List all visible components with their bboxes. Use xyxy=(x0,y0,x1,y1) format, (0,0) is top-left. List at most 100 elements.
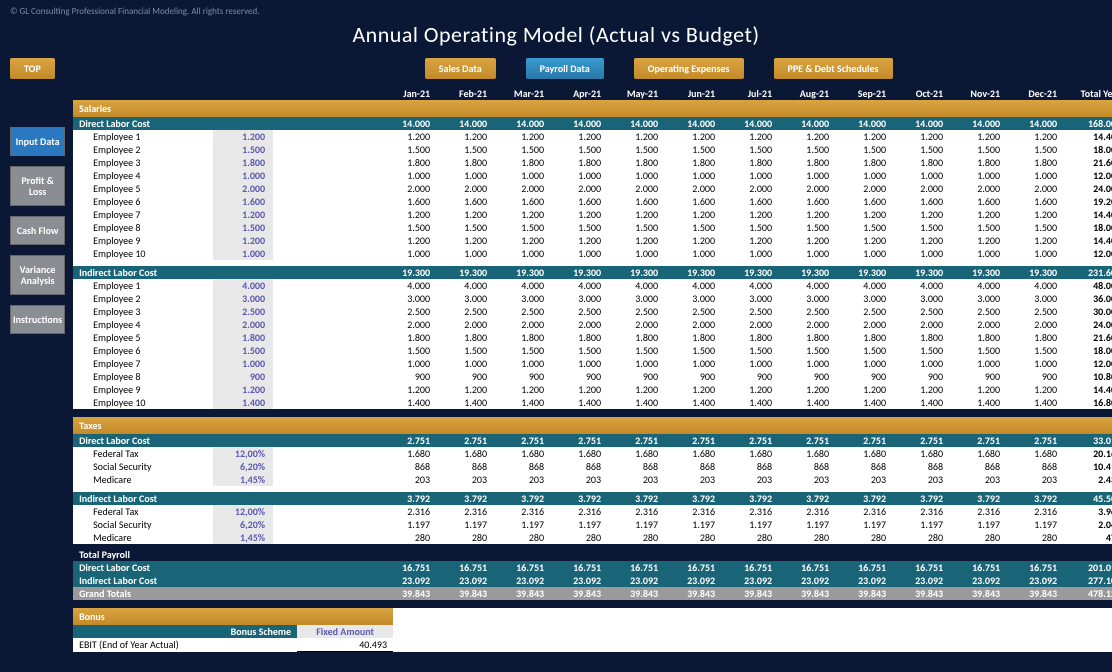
input-value[interactable]: 1.500 xyxy=(213,143,273,156)
input-value[interactable]: 6,20% xyxy=(213,518,273,531)
tab-operating-expenses[interactable]: Operating Expenses xyxy=(634,58,744,79)
input-value[interactable]: 12,00% xyxy=(213,447,273,460)
input-value[interactable]: 1.000 xyxy=(213,169,273,182)
nav-variance-analysis[interactable]: Variance Analysis xyxy=(10,255,65,295)
input-value[interactable]: 1.500 xyxy=(213,221,273,234)
input-value[interactable]: 3.000 xyxy=(213,292,273,305)
month-cell: 1.000 xyxy=(721,357,778,370)
month-cell: 1.800 xyxy=(436,331,493,344)
input-value[interactable]: 900 xyxy=(213,370,273,383)
month-cell: 2.000 xyxy=(721,318,778,331)
input-value[interactable]: 1.600 xyxy=(213,195,273,208)
month-cell: 1.600 xyxy=(607,195,664,208)
month-cell: 2.500 xyxy=(1006,305,1063,318)
month-cell: 1.500 xyxy=(721,344,778,357)
month-cell: 1.000 xyxy=(550,247,607,260)
input-value[interactable]: 1.200 xyxy=(213,130,273,143)
month-cell: 1.500 xyxy=(892,221,949,234)
month-cell: 19.300 xyxy=(778,266,835,279)
month-cell: 2.000 xyxy=(949,182,1006,195)
month-cell: 16.751 xyxy=(949,561,1006,574)
month-cell: 1.200 xyxy=(436,234,493,247)
month-cell: 2.000 xyxy=(1006,318,1063,331)
month-cell: 2.000 xyxy=(1006,182,1063,195)
month-cell: 1.000 xyxy=(436,247,493,260)
nav-profit-loss[interactable]: Profit & Loss xyxy=(10,166,65,206)
month-cell: 2.500 xyxy=(835,305,892,318)
input-value[interactable]: 1,45% xyxy=(213,473,273,486)
month-cell: 2.000 xyxy=(607,318,664,331)
month-cell: 1.800 xyxy=(664,331,721,344)
month-cell: 1.500 xyxy=(1006,344,1063,357)
input-value[interactable]: 2.000 xyxy=(213,318,273,331)
top-button[interactable]: TOP xyxy=(10,58,55,79)
copyright-text: © GL Consulting Professional Financial M… xyxy=(10,6,1102,17)
month-cell: 3.792 xyxy=(436,492,493,505)
nav-cash-flow[interactable]: Cash Flow xyxy=(10,216,65,245)
row-label: Medicare xyxy=(73,473,213,486)
row-label: Employee 9 xyxy=(73,234,213,247)
month-cell: 2.751 xyxy=(436,434,493,447)
data-row: Employee 1 4.000 4.0004.0004.0004.0004.0… xyxy=(73,279,1112,292)
data-row: Employee 6 1.600 1.6001.6001.6001.6001.6… xyxy=(73,195,1112,208)
input-value[interactable]: 12,00% xyxy=(213,505,273,518)
nav-input-data[interactable]: Input Data xyxy=(10,127,65,156)
input-value[interactable]: 1.000 xyxy=(213,357,273,370)
month-cell: 2.316 xyxy=(436,505,493,518)
month-cell: 1.200 xyxy=(436,383,493,396)
input-value[interactable]: 1.000 xyxy=(213,247,273,260)
data-row: Federal Tax 12,00% 1.6801.6801.6801.6801… xyxy=(73,447,1112,460)
month-cell: 1.800 xyxy=(493,156,550,169)
month-header: May-21 xyxy=(607,87,664,100)
month-cell: 1.200 xyxy=(1006,208,1063,221)
month-cell: 280 xyxy=(835,531,892,544)
month-cell: 1.000 xyxy=(835,357,892,370)
input-value[interactable]: 1.500 xyxy=(213,344,273,357)
month-cell: 1.000 xyxy=(778,247,835,260)
input-value[interactable]: 1.400 xyxy=(213,396,273,409)
month-header: Sep-21 xyxy=(835,87,892,100)
input-value[interactable]: 4.000 xyxy=(213,279,273,292)
subtotal-total: 45.509 xyxy=(1063,492,1112,505)
subtotal-total: 201.012 xyxy=(1063,561,1112,574)
tab-sales-data[interactable]: Sales Data xyxy=(425,58,496,79)
subtotal-label: Direct Labor Cost xyxy=(73,561,213,574)
month-cell: 1.600 xyxy=(778,195,835,208)
input-value[interactable]: 1,45% xyxy=(213,531,273,544)
bonus-amount-header[interactable]: Fixed Amount xyxy=(297,625,393,638)
month-cell: 1.600 xyxy=(835,195,892,208)
data-row: Employee 5 2.000 2.0002.0002.0002.0002.0… xyxy=(73,182,1112,195)
tab-ppe-debt[interactable]: PPE & Debt Schedules xyxy=(774,58,893,79)
month-cell: 203 xyxy=(607,473,664,486)
input-value[interactable]: 2.500 xyxy=(213,305,273,318)
input-value[interactable]: 1.800 xyxy=(213,331,273,344)
month-cell: 19.300 xyxy=(493,266,550,279)
nav-instructions[interactable]: Instructions xyxy=(10,305,65,334)
month-cell: 14.000 xyxy=(778,117,835,130)
input-value[interactable]: 1.800 xyxy=(213,156,273,169)
month-cell: 1.500 xyxy=(436,143,493,156)
month-cell: 1.000 xyxy=(379,169,436,182)
month-cell: 23.092 xyxy=(778,574,835,587)
month-cell: 4.000 xyxy=(835,279,892,292)
month-cell: 23.092 xyxy=(607,574,664,587)
subtotal-label: Direct Labor Cost xyxy=(73,117,213,130)
input-value[interactable]: 1.200 xyxy=(213,383,273,396)
tab-payroll-data[interactable]: Payroll Data xyxy=(526,58,604,79)
input-value[interactable]: 2.000 xyxy=(213,182,273,195)
month-cell: 280 xyxy=(949,531,1006,544)
grand-total-value: 478.121 xyxy=(1063,587,1112,600)
month-cell: 1.680 xyxy=(778,447,835,460)
month-cell: 2.000 xyxy=(778,182,835,195)
input-value[interactable]: 1.200 xyxy=(213,208,273,221)
month-cell: 1.600 xyxy=(436,195,493,208)
month-cell: 1.200 xyxy=(778,234,835,247)
month-cell: 23.092 xyxy=(892,574,949,587)
input-value[interactable]: 6,20% xyxy=(213,460,273,473)
month-cell: 3.792 xyxy=(379,492,436,505)
month-cell: 19.300 xyxy=(436,266,493,279)
month-cell: 1.000 xyxy=(835,169,892,182)
input-value[interactable]: 1.200 xyxy=(213,234,273,247)
month-cell: 1.600 xyxy=(1006,195,1063,208)
month-cell: 2.000 xyxy=(493,318,550,331)
